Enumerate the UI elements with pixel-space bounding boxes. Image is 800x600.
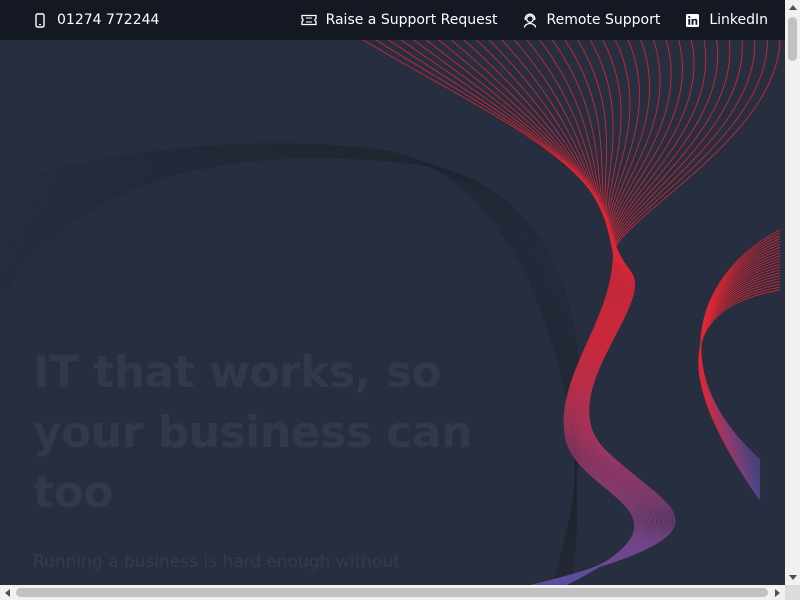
horizontal-scrollbar[interactable] <box>0 585 785 600</box>
phone-link[interactable]: 01274 772244 <box>32 12 159 28</box>
top-bar: 01274 772244 Raise a Support Request Rem… <box>0 0 785 40</box>
topbar-links: Raise a Support Request Remote Support L… <box>300 12 768 28</box>
scroll-left-arrow-icon[interactable] <box>0 585 15 600</box>
vertical-scrollbar[interactable] <box>785 0 800 585</box>
red-wave-line <box>700 255 781 478</box>
remote-support-label: Remote Support <box>546 12 661 28</box>
linkedin-link[interactable]: LinkedIn <box>684 12 768 28</box>
red-wave-line <box>700 235 781 465</box>
hero-subtext: Running a business is hard enough withou… <box>33 552 400 572</box>
horizontal-scroll-thumb[interactable] <box>16 588 768 597</box>
vertical-scroll-thumb[interactable] <box>788 17 797 61</box>
mobile-phone-icon <box>32 12 48 28</box>
red-wave-line <box>700 229 781 461</box>
red-wave-line <box>700 246 781 472</box>
scroll-up-arrow-icon[interactable] <box>785 0 800 15</box>
scrollbar-corner <box>785 585 800 600</box>
linkedin-icon <box>684 12 700 28</box>
linkedin-label: LinkedIn <box>709 12 768 28</box>
hero-headline: IT that works, so your business can too <box>33 347 472 518</box>
support-agent-icon <box>522 12 538 28</box>
red-wave-line <box>700 243 781 470</box>
remote-support-link[interactable]: Remote Support <box>522 12 661 28</box>
raise-support-request-link[interactable]: Raise a Support Request <box>300 12 498 28</box>
raise-support-request-label: Raise a Support Request <box>325 12 498 28</box>
ticket-icon <box>300 12 317 28</box>
scroll-right-arrow-icon[interactable] <box>770 585 785 600</box>
scroll-down-arrow-icon[interactable] <box>785 570 800 585</box>
hero-section: IT that works, so your business can too … <box>0 40 785 585</box>
phone-number: 01274 772244 <box>57 12 160 28</box>
red-wave-line <box>700 238 781 467</box>
